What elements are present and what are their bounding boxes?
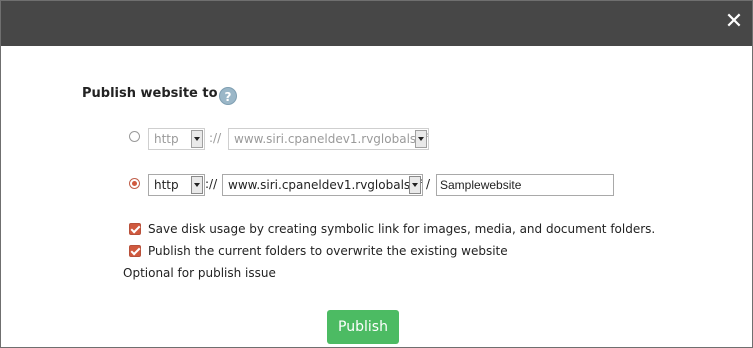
symlink-label: Save disk usage by creating symbolic lin… <box>148 222 656 236</box>
optional-text: Optional for publish issue <box>123 266 276 280</box>
chevron-down-icon <box>415 130 427 148</box>
slash-separator: / <box>426 177 431 191</box>
domain-select-2[interactable]: www.siri.cpaneldev1.rvglobalsoft.net <box>222 174 423 196</box>
protocol-select-2-value: http <box>154 178 179 192</box>
chevron-down-icon <box>191 130 203 148</box>
domain-select-1-value: www.siri.cpaneldev1.rvglobalsoft.net <box>234 132 428 146</box>
protocol-select-1[interactable]: http <box>148 128 205 150</box>
publish-button[interactable]: Publish <box>327 310 399 344</box>
separator-2: :// <box>205 177 218 191</box>
overwrite-checkbox[interactable] <box>129 245 141 257</box>
domain-select-1[interactable]: www.siri.cpaneldev1.rvglobalsoft.net <box>228 128 429 150</box>
overwrite-label: Publish the current folders to overwrite… <box>148 244 508 258</box>
close-icon[interactable]: ✕ <box>722 9 746 35</box>
protocol-select-1-value: http <box>154 132 179 146</box>
radio-option-1[interactable] <box>129 131 140 142</box>
chevron-down-icon <box>409 176 421 194</box>
separator-1: :// <box>209 131 222 145</box>
symlink-checkbox[interactable] <box>129 223 141 235</box>
chevron-down-icon <box>191 176 203 194</box>
dialog-titlebar: ✕ <box>1 1 752 46</box>
domain-select-2-value: www.siri.cpaneldev1.rvglobalsoft.net <box>228 178 422 192</box>
protocol-select-2[interactable]: http <box>148 174 205 196</box>
help-icon[interactable]: ? <box>219 87 237 105</box>
folder-name-input[interactable] <box>436 174 614 196</box>
publish-heading: Publish website to : <box>82 86 228 101</box>
radio-option-2[interactable] <box>129 178 140 189</box>
publish-dialog: ✕ Publish website to : ? http :// www.si… <box>0 0 753 348</box>
